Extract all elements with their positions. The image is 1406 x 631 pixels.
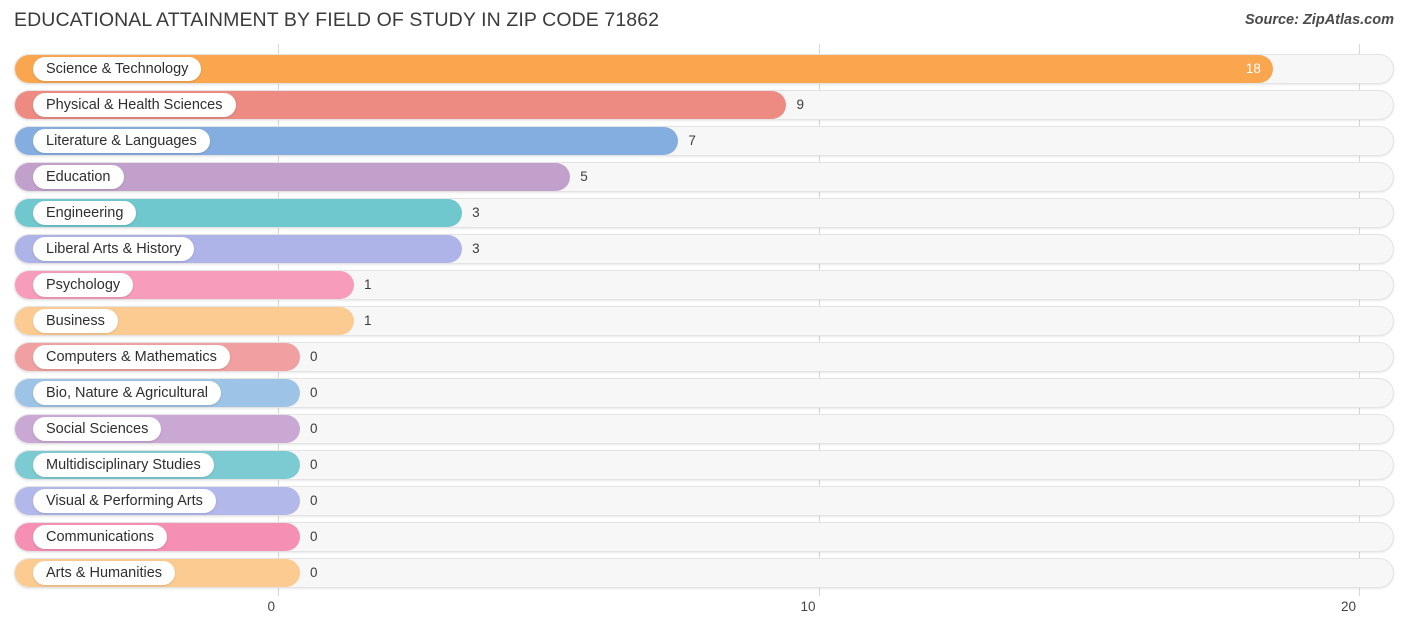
category-label: Bio, Nature & Agricultural	[33, 381, 221, 405]
bar-value-label: 0	[310, 565, 318, 580]
bar-value-label: 0	[310, 529, 318, 544]
bar-value-label: 7	[688, 133, 696, 148]
category-label: Computers & Mathematics	[33, 345, 230, 369]
category-label: Psychology	[33, 273, 134, 297]
bar-row[interactable]: 3 Liberal Arts & History	[14, 234, 1394, 264]
bar-row[interactable]: 0 Bio, Nature & Agricultural	[14, 378, 1394, 408]
chart-header: EDUCATIONAL ATTAINMENT BY FIELD OF STUDY…	[0, 0, 1406, 44]
bar-row[interactable]: 1 Psychology	[14, 270, 1394, 300]
category-label: Science & Technology	[33, 57, 202, 81]
category-label: Social Sciences	[33, 417, 162, 441]
bar-value-label: 0	[310, 493, 318, 508]
category-label: Business	[33, 309, 118, 333]
bar-row[interactable]: 0 Visual & Performing Arts	[14, 486, 1394, 516]
category-label: Liberal Arts & History	[33, 237, 195, 261]
bar-value-label: 18	[1245, 61, 1261, 76]
plot-area: 18 Science & Technology 9 Physical & Health…	[0, 44, 1406, 596]
category-label: Physical & Health Sciences	[33, 93, 236, 117]
category-label: Visual & Performing Arts	[33, 489, 216, 513]
bar-row[interactable]: 0 Communications	[14, 522, 1394, 552]
bar-row[interactable]: 18 Science & Technology	[14, 54, 1394, 84]
x-axis-tick-label: 0	[267, 599, 275, 614]
bar-row[interactable]: 3 Engineering	[14, 198, 1394, 228]
bar-row[interactable]: 0 Social Sciences	[14, 414, 1394, 444]
category-label: Communications	[33, 525, 167, 549]
bar-value-label: 0	[310, 385, 318, 400]
bar-row[interactable]: 7 Literature & Languages	[14, 126, 1394, 156]
category-label: Arts & Humanities	[33, 561, 176, 585]
bar-row[interactable]: 1 Business	[14, 306, 1394, 336]
bar-row[interactable]: 0 Computers & Mathematics	[14, 342, 1394, 372]
bar-value-label: 0	[310, 421, 318, 436]
x-axis-tick-label: 20	[1340, 599, 1356, 614]
x-axis-tick-label: 10	[800, 599, 816, 614]
bar-value-label: 5	[580, 169, 588, 184]
source-attribution: Source: ZipAtlas.com	[1244, 12, 1394, 28]
category-label: Engineering	[33, 201, 137, 225]
bar-value-label: 9	[796, 97, 804, 112]
category-label: Multidisciplinary Studies	[33, 453, 214, 477]
bar-value-label: 0	[310, 349, 318, 364]
bar-value-label: 3	[472, 241, 480, 256]
bar-row[interactable]: 0 Arts & Humanities	[14, 558, 1394, 588]
bar-value-label: 1	[364, 277, 372, 292]
bar-row[interactable]: 0 Multidisciplinary Studies	[14, 450, 1394, 480]
category-label: Literature & Languages	[33, 129, 210, 153]
bar-rows: 18 Science & Technology 9 Physical & Health…	[0, 44, 1406, 596]
page-title: EDUCATIONAL ATTAINMENT BY FIELD OF STUDY…	[14, 9, 660, 31]
x-axis: 0 10 20	[0, 596, 1406, 631]
bar-row[interactable]: 9 Physical & Health Sciences	[14, 90, 1394, 120]
bar-value-label: 0	[310, 457, 318, 472]
bar[interactable]: 18	[15, 55, 1273, 83]
category-label: Education	[33, 165, 124, 189]
bar-row[interactable]: 5 Education	[14, 162, 1394, 192]
chart-page: EDUCATIONAL ATTAINMENT BY FIELD OF STUDY…	[0, 0, 1406, 631]
bar-value-label: 1	[364, 313, 372, 328]
bar-value-label: 3	[472, 205, 480, 220]
